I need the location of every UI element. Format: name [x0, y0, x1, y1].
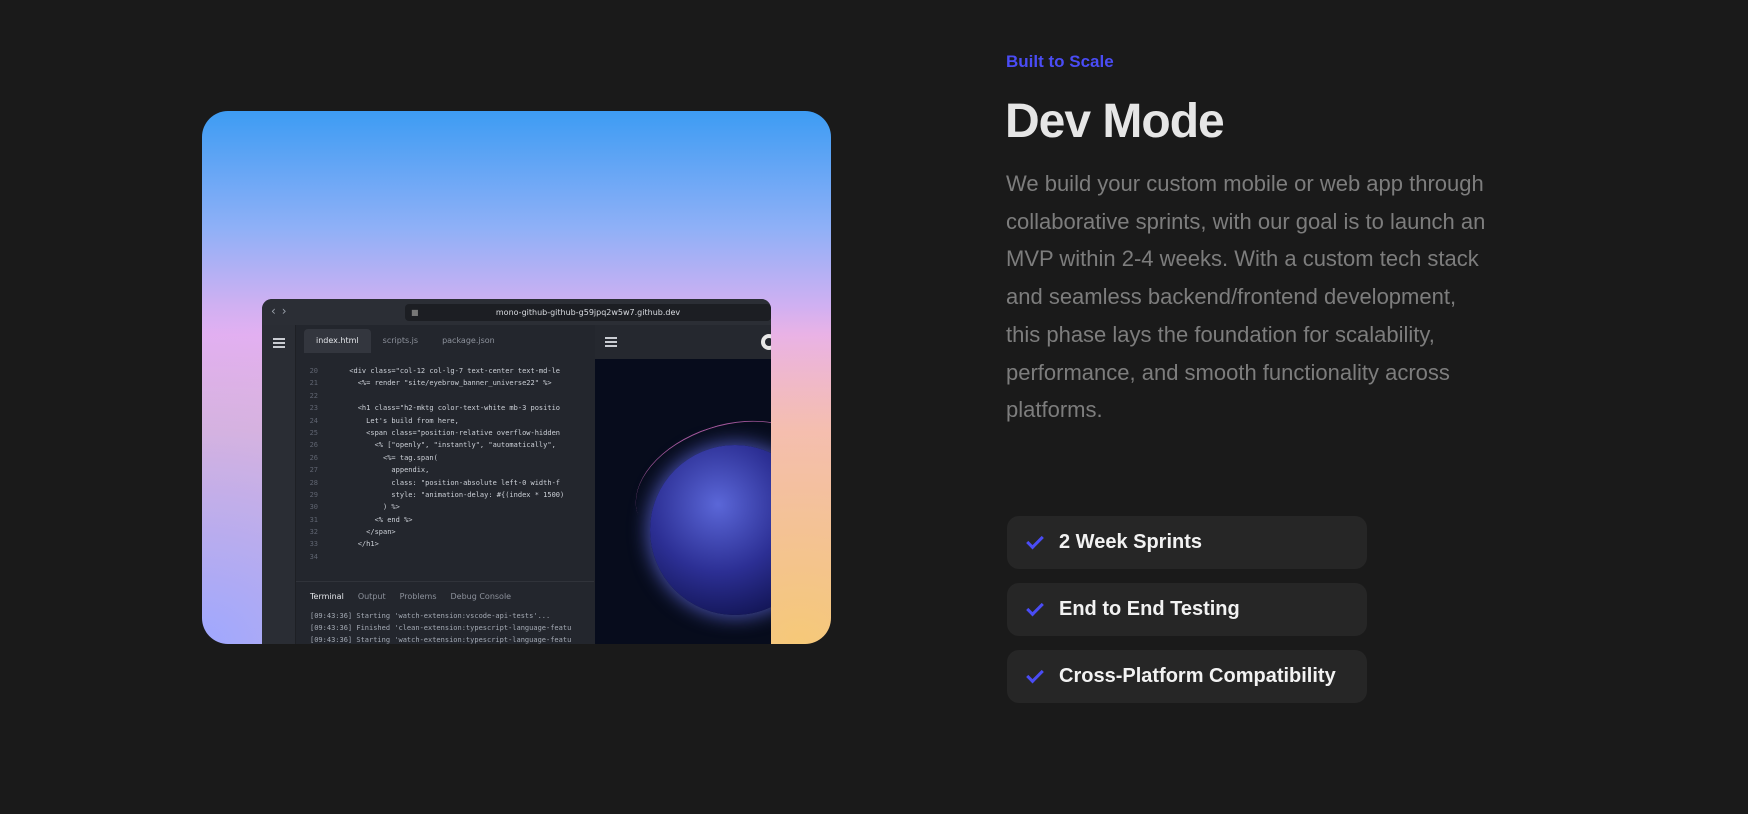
code-line: 26 <%= tag.span(: [296, 452, 594, 464]
code-line: 24 Let's build from here,: [296, 415, 594, 427]
hamburger-menu-icon: [605, 337, 617, 347]
line-number: 32: [309, 528, 318, 537]
line-content: Let's build from here,: [324, 416, 459, 425]
section-description: We build your custom mobile or web app t…: [1006, 171, 1486, 423]
code-line: 28 class: "position-absolute left-0 widt…: [296, 477, 594, 489]
code-line: 33 </h1>: [296, 538, 594, 550]
line-number: 29: [309, 490, 318, 499]
tab-terminal: Terminal: [310, 592, 344, 601]
line-number: 27: [309, 466, 318, 475]
editor-tabs: index.html scripts.js package.json: [304, 329, 507, 353]
line-number: 30: [309, 503, 318, 512]
feature-label: End to End Testing: [1059, 598, 1240, 620]
code-line: 20 <div class="col-12 col-lg-7 text-cent…: [296, 365, 594, 377]
feature-item: End to End Testing: [1007, 583, 1367, 636]
line-number: 26: [309, 441, 318, 450]
preview-pane: [595, 325, 771, 644]
line-number: 24: [309, 416, 318, 425]
code-line: 31 <% end %>: [296, 514, 594, 526]
feature-list: 2 Week Sprints End to End Testing Cross-…: [1007, 516, 1367, 717]
line-content: appendix,: [324, 466, 430, 475]
nav-arrows-icon: ‹›: [271, 304, 293, 318]
code-editor: index.html scripts.js package.json 20 <d…: [296, 325, 594, 644]
hamburger-menu-icon: [273, 338, 285, 348]
lock-icon: ■: [411, 308, 419, 317]
code-line: 23 <h1 class="h2-mktg color-text-white m…: [296, 402, 594, 414]
terminal-line: [09:43:36] Starting 'watch-extension:vsc…: [310, 612, 551, 620]
code-line: 21 <%= render "site/eyebrow_banner_unive…: [296, 377, 594, 389]
line-content: <div class="col-12 col-lg-7 text-center …: [324, 367, 561, 375]
preview-toolbar: [595, 325, 771, 359]
url-bar: ■ mono-github-github-g59jpq2w5w7.github.…: [405, 304, 771, 321]
tab-package-json: package.json: [442, 336, 495, 345]
url-text: mono-github-github-g59jpq2w5w7.github.de…: [495, 308, 681, 317]
terminal-output: [09:43:36] Starting 'watch-extension:vsc…: [296, 601, 594, 644]
code-line: 30 ) %>: [296, 501, 594, 513]
terminal-line: [09:43:36] Starting 'watch-extension:typ…: [310, 636, 572, 644]
line-content: class: "position-absolute left-0 width-f: [324, 478, 561, 487]
line-number: 26: [309, 453, 318, 462]
tab-debug-console: Debug Console: [450, 592, 512, 601]
line-content: <h1 class="h2-mktg color-text-white mb-3…: [324, 404, 561, 413]
code-line: 25 <span class="position-relative overfl…: [296, 427, 594, 439]
line-content: <% end %>: [324, 515, 413, 524]
terminal-line: [09:43:36] Finished 'clean-extension:typ…: [310, 624, 572, 632]
feature-label: Cross-Platform Compatibility: [1059, 665, 1336, 687]
section-eyebrow: Built to Scale: [1006, 52, 1114, 71]
tab-output: Output: [357, 592, 386, 601]
terminal-panel: Terminal Output Problems Debug Console […: [296, 581, 594, 644]
line-content: <%= render "site/eyebrow_banner_universe…: [324, 379, 552, 388]
check-icon: [1026, 665, 1044, 684]
ide-mockup: ‹› ■ mono-github-github-g59jpq2w5w7.gith…: [262, 299, 771, 644]
tab-problems: Problems: [399, 592, 437, 601]
tab-scripts-js: scripts.js: [382, 336, 419, 345]
ide-titlebar: ‹› ■ mono-github-github-g59jpq2w5w7.gith…: [262, 299, 771, 325]
code-lines: 20 <div class="col-12 col-lg-7 text-cent…: [296, 365, 594, 563]
code-line: 27 appendix,: [296, 464, 594, 476]
code-line: 32 </span>: [296, 526, 594, 538]
tab-index-html: index.html: [304, 329, 371, 353]
line-content: ) %>: [324, 503, 400, 512]
line-number: 33: [309, 540, 318, 549]
code-line: 26 <% ["openly", "instantly", "automatic…: [296, 439, 594, 451]
line-number: 21: [309, 379, 318, 388]
line-content: style: "animation-delay: #{(index * 1500…: [324, 490, 565, 499]
feature-item: Cross-Platform Compatibility: [1007, 650, 1367, 703]
check-icon: [1026, 598, 1044, 617]
hero-image-card: ‹› ■ mono-github-github-g59jpq2w5w7.gith…: [202, 111, 831, 644]
line-number: 22: [309, 391, 318, 400]
line-content: </span>: [324, 528, 396, 537]
line-number: 25: [309, 428, 318, 437]
line-content: <% ["openly", "instantly", "automaticall…: [324, 441, 556, 450]
feature-item: 2 Week Sprints: [1007, 516, 1367, 569]
check-icon: [1026, 531, 1044, 550]
code-line: 34: [296, 551, 594, 563]
line-number: 23: [309, 404, 318, 413]
line-number: 34: [309, 552, 318, 561]
line-number: 31: [309, 515, 318, 524]
page-title: Dev Mode: [1005, 95, 1225, 148]
line-content: <%= tag.span(: [324, 453, 438, 462]
line-number: 20: [309, 367, 318, 375]
line-content: <span class="position-relative overflow-…: [324, 428, 561, 437]
code-line: 29 style: "animation-delay: #{(index * 1…: [296, 489, 594, 501]
code-line: 22: [296, 390, 594, 402]
ide-activity-bar: [262, 325, 296, 644]
feature-label: 2 Week Sprints: [1059, 531, 1203, 553]
terminal-tabs: Terminal Output Problems Debug Console: [296, 582, 594, 601]
github-icon: [761, 334, 771, 350]
line-number: 28: [309, 478, 318, 487]
line-content: </h1>: [324, 540, 379, 549]
